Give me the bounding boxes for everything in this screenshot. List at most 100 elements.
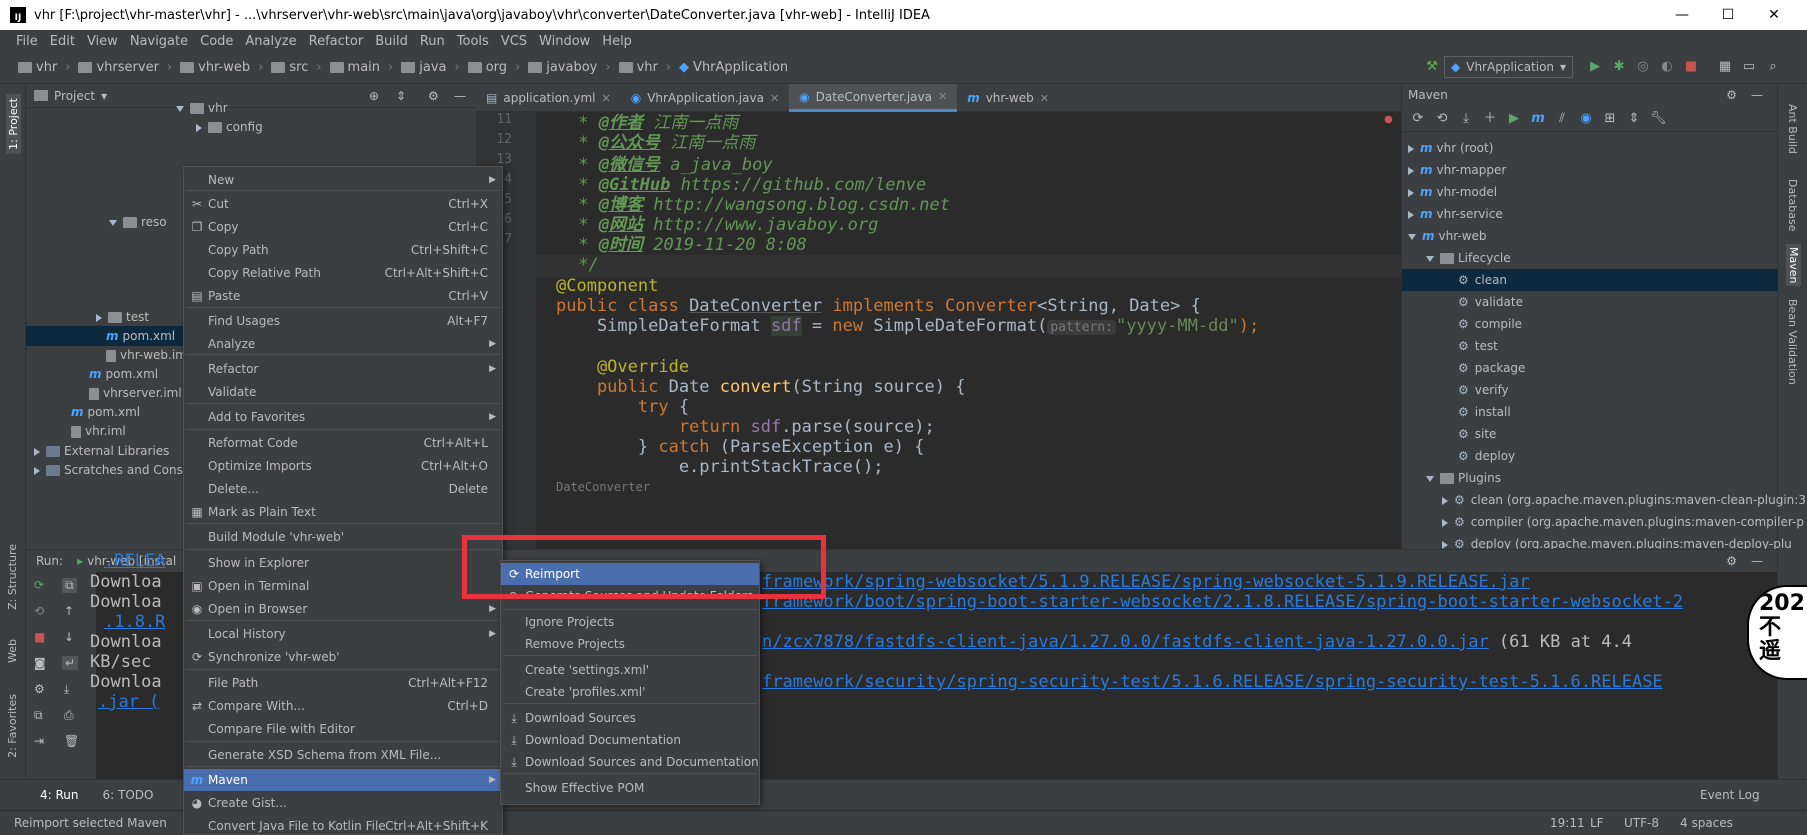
gear-icon[interactable]: ⚙ (428, 89, 439, 103)
tree-item-test[interactable]: test (96, 307, 149, 327)
tree-item-scratches[interactable]: Scratches and Cons (34, 460, 183, 480)
download-icon[interactable]: ⤓ (1458, 111, 1474, 127)
context-menu-item-analyze[interactable]: Analyze ▶ (184, 333, 502, 355)
breadcrumb-vhrapplication[interactable]: ◆ VhrApplication (679, 60, 788, 75)
maven-item-vhr-mapper[interactable]: m vhr-mapper (1408, 159, 1506, 181)
collapse-icon[interactable]: ⇕ (396, 89, 406, 103)
wrench-icon[interactable]: 🔧︎ (1650, 111, 1667, 127)
context-menu-item-validate[interactable]: Validate (184, 381, 502, 403)
context-menu-item-optimize-imports[interactable]: Optimize Imports Ctrl+Alt+O (184, 455, 502, 477)
profile-icon[interactable]: ◐ (1659, 59, 1675, 75)
breadcrumb-vhrserver[interactable]: vhrserver › (78, 60, 180, 75)
context-menu-item-paste[interactable]: ▤ Paste Ctrl+V (184, 285, 502, 307)
context-menu-item-copy[interactable]: ❐ Copy Ctrl+C (184, 216, 502, 238)
error-marker-icon[interactable]: ● (1384, 114, 1393, 125)
tree-item-config[interactable]: config (196, 117, 263, 137)
maven-lifecycle[interactable]: Lifecycle (1426, 247, 1511, 269)
menu-file[interactable]: File (10, 34, 44, 49)
encoding[interactable]: UTF-8 (1624, 816, 1659, 830)
maven-plugin-compiler[interactable]: ⚙ compiler (org.apache.maven.plugins:mave… (1442, 511, 1804, 533)
close-icon[interactable]: ✕ (770, 92, 779, 105)
maven-goal-test[interactable]: ⚙ test (1458, 335, 1498, 357)
chevron-down-icon[interactable]: ▾ (101, 89, 107, 103)
breadcrumb-vhr[interactable]: vhr › (18, 60, 78, 75)
soft-wrap-icon[interactable]: ↵ (62, 656, 79, 670)
context-menu-item-maven[interactable]: m Maven ▶ (184, 769, 502, 791)
close-icon[interactable]: ✕ (1040, 92, 1049, 105)
close-icon[interactable]: ✕ (601, 92, 610, 105)
context-menu-item-copy-path[interactable]: Copy Path Ctrl+Shift+C (184, 239, 502, 261)
print-icon[interactable]: ⎙ (64, 708, 74, 723)
context-menu-item-copy-relative-path[interactable]: Copy Relative Path Ctrl+Alt+Shift+C (184, 262, 502, 284)
line-separator[interactable]: LF (1590, 816, 1604, 830)
tool-structure[interactable]: Z: Structure (6, 544, 19, 610)
context-menu-item-find-usages[interactable]: Find Usages Alt+F7 (184, 310, 502, 332)
down-arrow-icon[interactable]: ↓ (64, 630, 74, 644)
run-config-select[interactable]: ◆ VhrApplication ▾ (1444, 56, 1574, 78)
project-structure-icon[interactable]: ▦ (1717, 59, 1733, 75)
context-menu-item-generate-xsd-schema-from-xml-file[interactable]: Generate XSD Schema from XML File... (184, 744, 502, 766)
maven-goal-verify[interactable]: ⚙ verify (1458, 379, 1509, 401)
maven-goal-package[interactable]: ⚙ package (1458, 357, 1525, 379)
context-menu-item-cut[interactable]: ✂ Cut Ctrl+X (184, 193, 502, 215)
console-link[interactable]: framework/boot/spring-boot-starter-webso… (762, 591, 1683, 614)
tool-todo[interactable]: 6: TODO (103, 788, 154, 802)
maximize-button[interactable]: ☐ (1705, 7, 1751, 23)
tree-item-vhr-iml[interactable]: vhr.iml (71, 421, 126, 441)
maven-item-vhr-model[interactable]: m vhr-model (1408, 181, 1497, 203)
menu-run[interactable]: Run (414, 34, 451, 49)
tab-application-yml[interactable]: ▤ application.yml ✕ (476, 84, 621, 112)
hide-icon[interactable]: — (454, 89, 466, 103)
context-menu-item-show-in-explorer[interactable]: Show in Explorer (184, 552, 502, 574)
camera-icon[interactable]: ◙ (34, 656, 46, 670)
breadcrumb-javaboy[interactable]: javaboy › (528, 60, 618, 75)
maven-goal-install[interactable]: ⚙ install (1458, 401, 1511, 423)
tool-ant-build[interactable]: Ant Build (1786, 104, 1799, 154)
stop-icon[interactable]: ■ (1683, 59, 1699, 75)
submenu-item-ignore-projects[interactable]: Ignore Projects (501, 611, 759, 633)
project-panel-title[interactable]: Project (54, 89, 95, 103)
submenu-item-create-settings-xml[interactable]: Create 'settings.xml' (501, 659, 759, 681)
menu-vcs[interactable]: VCS (495, 34, 533, 49)
breadcrumb-src[interactable]: src › (271, 60, 329, 75)
tree-item-pom-xml[interactable]: m pom.xml (106, 326, 175, 346)
scroll-end-icon[interactable]: ⤓ (64, 682, 69, 697)
maven-goal-validate[interactable]: ⚙ validate (1458, 291, 1523, 313)
breadcrumb-org[interactable]: org › (467, 60, 529, 75)
tab-vhr-web[interactable]: m vhr-web ✕ (957, 84, 1059, 112)
rerun-icon[interactable]: ⟳ (34, 578, 44, 592)
exit-icon[interactable]: ⇥ (34, 734, 44, 748)
maven-plugin-deploy[interactable]: ⚙ deploy (org.apache.maven.plugins:maven-… (1442, 533, 1792, 549)
menu-tools[interactable]: Tools (451, 34, 495, 49)
rerun-failed-icon[interactable]: ⟲ (34, 604, 44, 618)
generate-sources-icon[interactable]: ⟲ (1434, 111, 1450, 127)
menu-view[interactable]: View (81, 34, 124, 49)
context-menu-item-compare-file-with-editor[interactable]: Compare File with Editor (184, 718, 502, 740)
tree-item-pom-xml-3[interactable]: m pom.xml (71, 402, 140, 422)
menu-build[interactable]: Build (369, 34, 414, 49)
tree-item-vhrserver-iml[interactable]: vhrserver.iml (89, 383, 182, 403)
context-menu-item-add-to-favorites[interactable]: Add to Favorites ▶ (184, 406, 502, 428)
trash-icon[interactable]: 🗑︎ (64, 734, 79, 748)
maven-plugins[interactable]: Plugins (1426, 467, 1501, 489)
tool-project[interactable]: 1: Project (6, 94, 21, 154)
tree-item-external-libraries[interactable]: External Libraries (34, 441, 169, 461)
search-icon[interactable]: ⌕ (1765, 59, 1781, 75)
context-menu-item-synchronize-vhr-web[interactable]: ⟳ Synchronize 'vhr-web' (184, 646, 502, 668)
maven-goal-compile[interactable]: ⚙ compile (1458, 313, 1522, 335)
tool-web[interactable]: Web (6, 639, 19, 663)
console-line[interactable]: .jar ( (98, 691, 159, 714)
tree-item-resources[interactable]: reso (109, 212, 167, 232)
maven-item-vhr-web[interactable]: m vhr-web (1408, 225, 1487, 247)
toggle-view-icon[interactable]: ⧉ (62, 578, 77, 593)
maven-goal-site[interactable]: ⚙ site (1458, 423, 1496, 445)
console-link[interactable]: framework/security/spring-security-test/… (762, 671, 1663, 694)
tool-event-log[interactable]: Event Log (1700, 788, 1760, 802)
context-menu-item-open-in-terminal[interactable]: ▣ Open in Terminal (184, 575, 502, 597)
submenu-item-download-sources-and-documentation[interactable]: ⤓ Download Sources and Documentation (501, 751, 759, 773)
context-menu-item-delete[interactable]: Delete... Delete (184, 478, 502, 500)
up-arrow-icon[interactable]: ↑ (64, 604, 74, 618)
breadcrumb-java[interactable]: java › (401, 60, 467, 75)
tree-item-vhr-web-iml[interactable]: vhr-web.im (106, 345, 187, 365)
coverage-icon[interactable]: ◎ (1635, 59, 1651, 75)
